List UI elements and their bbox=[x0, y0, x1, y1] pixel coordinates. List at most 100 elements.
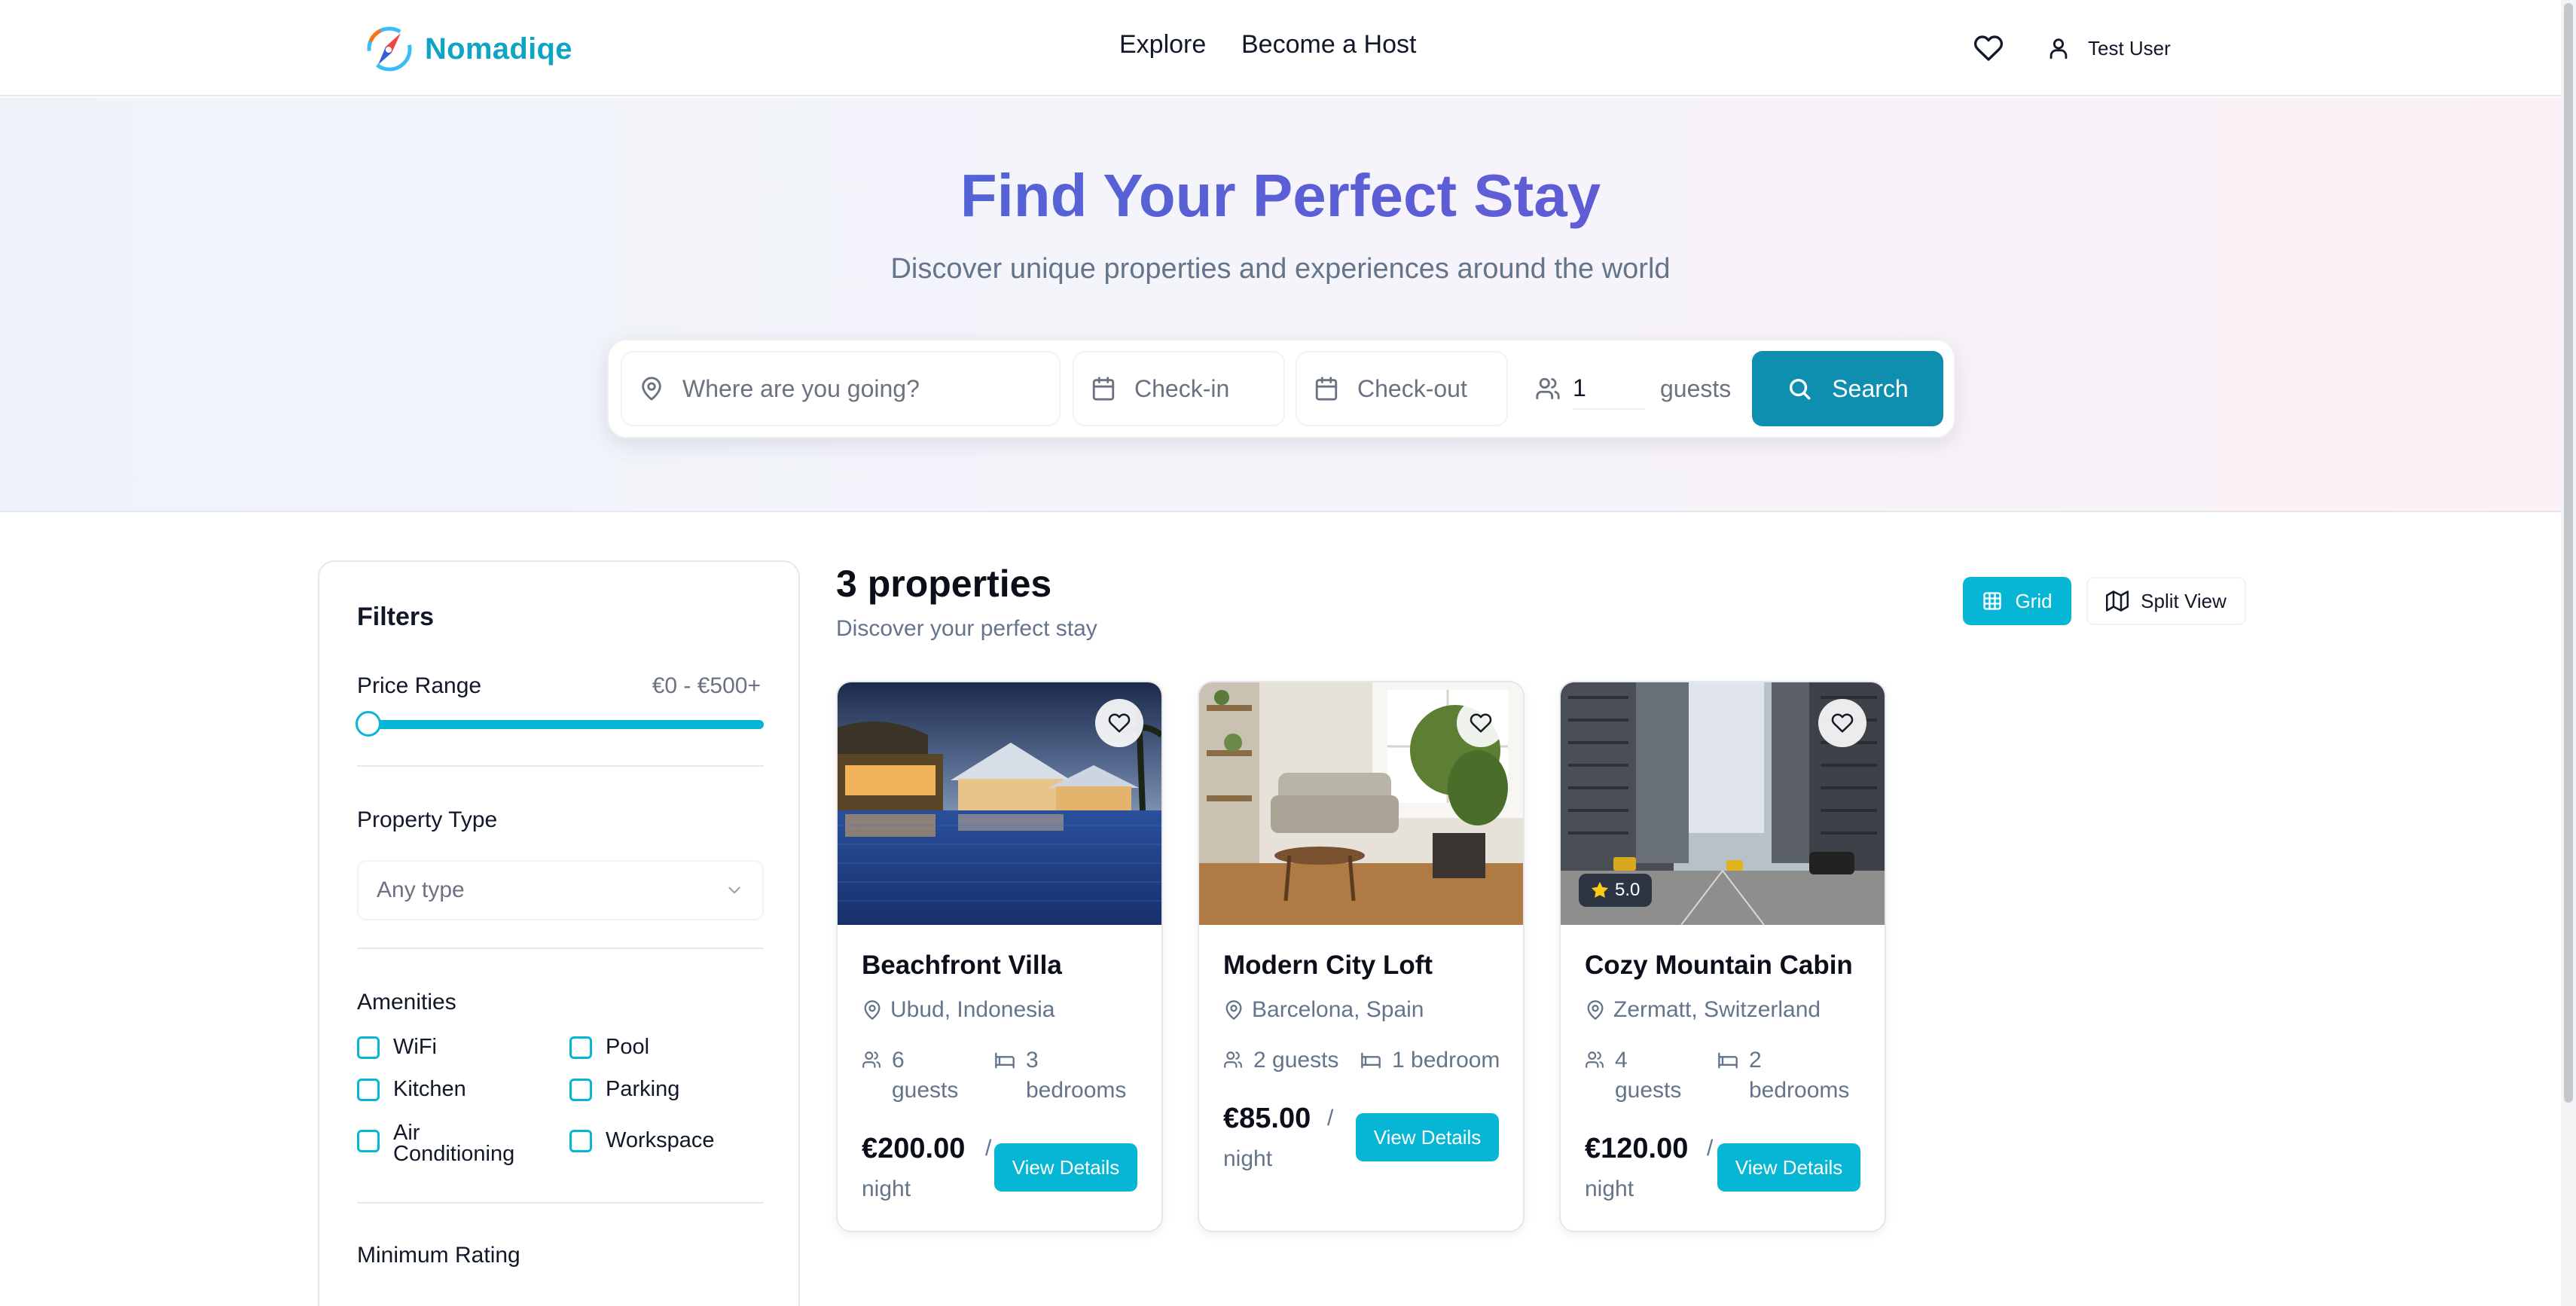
guests-text: 6 guests bbox=[892, 1048, 959, 1103]
amenity-label: Air Conditioning bbox=[393, 1121, 515, 1166]
property-title[interactable]: Beachfront Villa bbox=[862, 951, 1062, 981]
guests-count-input[interactable] bbox=[1573, 368, 1645, 410]
amenity-label: Workspace bbox=[606, 1128, 715, 1152]
amenity-checkbox-workspace[interactable]: Workspace bbox=[569, 1130, 715, 1152]
property-type-select[interactable]: Any type bbox=[357, 860, 764, 920]
heart-icon bbox=[1108, 713, 1131, 733]
price-slider-handle[interactable] bbox=[356, 711, 381, 737]
bedrooms-text: 1 bedroom bbox=[1392, 1048, 1500, 1073]
amenity-checkbox-pool[interactable]: Pool bbox=[569, 1036, 649, 1059]
search-button[interactable]: Search bbox=[1752, 351, 1943, 426]
user-name: Test User bbox=[2088, 36, 2171, 60]
amenity-checkbox-parking[interactable]: Parking bbox=[569, 1079, 679, 1101]
nav-link-explore[interactable]: Explore bbox=[1119, 30, 1206, 60]
users-icon bbox=[1224, 1051, 1242, 1068]
bed-icon bbox=[1718, 1052, 1738, 1069]
checkbox[interactable] bbox=[357, 1079, 380, 1101]
users-icon bbox=[862, 1051, 881, 1068]
checkbox[interactable] bbox=[357, 1130, 380, 1152]
property-image[interactable]: 5.0 bbox=[1561, 682, 1885, 925]
minimum-rating-label: Minimum Rating bbox=[357, 1243, 520, 1268]
property-image[interactable] bbox=[838, 682, 1161, 925]
price-separator: / bbox=[1327, 1106, 1334, 1131]
property-type-label: Property Type bbox=[357, 807, 498, 832]
destination-field[interactable] bbox=[621, 351, 1061, 426]
property-title[interactable]: Modern City Loft bbox=[1223, 951, 1433, 981]
favorite-button[interactable] bbox=[1457, 699, 1505, 747]
amenity-checkbox-wifi[interactable]: WiFi bbox=[357, 1036, 437, 1059]
hero-section: Find Your Perfect Stay Discover unique p… bbox=[0, 98, 2561, 512]
checkbox[interactable] bbox=[569, 1130, 592, 1152]
amenities-label: Amenities bbox=[357, 990, 456, 1015]
price-range-slider[interactable] bbox=[357, 720, 764, 729]
results-subtitle: Discover your perfect stay bbox=[836, 616, 1097, 641]
property-title[interactable]: Cozy Mountain Cabin bbox=[1585, 951, 1853, 981]
checkin-field[interactable]: Check-in bbox=[1073, 351, 1285, 426]
rating-value: 5.0 bbox=[1615, 880, 1641, 900]
filters-title: Filters bbox=[357, 603, 435, 631]
nav-link-become-host[interactable]: Become a Host bbox=[1241, 30, 1416, 60]
calendar-icon bbox=[1315, 377, 1338, 401]
user-menu[interactable]: Test User bbox=[2046, 30, 2171, 66]
favorites-heart-icon[interactable] bbox=[1973, 33, 2004, 63]
results-count: 3 properties bbox=[836, 563, 1052, 605]
grid-view-toggle[interactable]: Grid bbox=[1963, 577, 2071, 625]
price-separator: / bbox=[985, 1136, 992, 1161]
checkbox[interactable] bbox=[357, 1036, 380, 1059]
bedrooms-text: 3 bedrooms bbox=[1026, 1048, 1127, 1103]
divider bbox=[357, 765, 764, 767]
property-image[interactable] bbox=[1199, 682, 1523, 925]
scrollbar-thumb[interactable] bbox=[2564, 3, 2573, 1103]
map-pin-icon bbox=[1587, 1000, 1604, 1020]
hero-subtitle: Discover unique properties and experienc… bbox=[890, 253, 1671, 285]
brand-name: Nomadiqe bbox=[425, 32, 572, 66]
amenity-checkbox-kitchen[interactable]: Kitchen bbox=[357, 1079, 466, 1101]
amenity-checkbox-air-conditioning[interactable]: Air Conditioning bbox=[357, 1121, 521, 1166]
price-unit: night bbox=[1585, 1176, 1634, 1201]
split-view-toggle[interactable]: Split View bbox=[2086, 577, 2246, 625]
heart-icon bbox=[1470, 713, 1492, 733]
property-card[interactable]: Modern City Loft Barcelona, Spain 2 gues… bbox=[1198, 681, 1525, 1232]
destination-input[interactable] bbox=[682, 374, 1014, 403]
amenity-label: Parking bbox=[606, 1077, 680, 1101]
favorite-button[interactable] bbox=[1095, 699, 1143, 747]
user-icon bbox=[2050, 38, 2068, 60]
price-range-value: €0 - €500+ bbox=[652, 673, 761, 698]
bedrooms-stat: 3 bedrooms bbox=[994, 1045, 1145, 1106]
guests-stat: 2 guests bbox=[1223, 1045, 1359, 1076]
grid-view-label: Grid bbox=[2015, 589, 2053, 612]
property-type-value: Any type bbox=[377, 877, 465, 902]
view-details-button[interactable]: View Details bbox=[1356, 1113, 1499, 1161]
guests-text: 4 guests bbox=[1615, 1048, 1682, 1103]
price-unit: night bbox=[862, 1176, 911, 1201]
map-pin-icon bbox=[1225, 1000, 1242, 1020]
checkout-field[interactable]: Check-out bbox=[1296, 351, 1508, 426]
bedrooms-stat: 2 bedrooms bbox=[1717, 1045, 1868, 1106]
split-view-label: Split View bbox=[2141, 589, 2227, 612]
search-bar: Check-in Check-out guests Search bbox=[607, 339, 1955, 438]
search-button-label: Search bbox=[1832, 374, 1909, 402]
checkout-placeholder: Check-out bbox=[1357, 374, 1467, 402]
favorite-button[interactable] bbox=[1818, 699, 1866, 747]
price-unit: night bbox=[1223, 1146, 1273, 1171]
property-card[interactable]: 5.0 Cozy Mountain Cabin Zermatt, Switzer… bbox=[1559, 681, 1886, 1232]
guests-stat: 6 guests bbox=[862, 1045, 975, 1106]
price-separator: / bbox=[1707, 1136, 1714, 1161]
compass-logo-icon bbox=[367, 26, 412, 72]
location-text: Barcelona, Spain bbox=[1252, 997, 1424, 1022]
property-price: €85.00 bbox=[1223, 1103, 1311, 1134]
hero-title: Find Your Perfect Stay bbox=[0, 161, 2561, 230]
view-details-button[interactable]: View Details bbox=[994, 1143, 1137, 1192]
map-pin-icon bbox=[864, 1000, 881, 1020]
checkbox[interactable] bbox=[569, 1079, 592, 1101]
property-card[interactable]: Beachfront Villa Ubud, Indonesia 6 guest… bbox=[836, 681, 1163, 1232]
checkin-placeholder: Check-in bbox=[1134, 374, 1230, 402]
filters-panel: Filters Price Range €0 - €500+ Property … bbox=[318, 560, 800, 1306]
brand-logo[interactable]: Nomadiqe bbox=[363, 23, 572, 75]
star-icon bbox=[1591, 881, 1609, 898]
view-details-button[interactable]: View Details bbox=[1717, 1143, 1860, 1192]
location-text: Zermatt, Switzerland bbox=[1613, 997, 1821, 1022]
checkbox[interactable] bbox=[569, 1036, 592, 1059]
users-icon bbox=[1586, 1051, 1604, 1068]
chevron-down-icon bbox=[728, 886, 740, 894]
